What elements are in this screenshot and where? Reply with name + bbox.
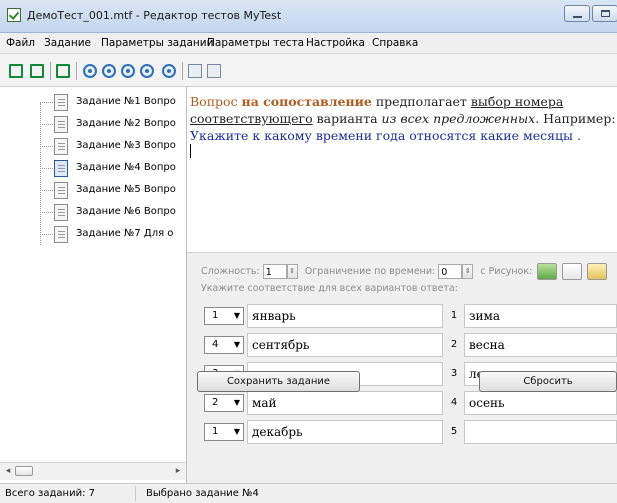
match-row: 1 ▼ декабрь 5 [197, 417, 617, 446]
question-line-2: соответствующего варианта из всех предло… [190, 111, 616, 126]
scroll-right-icon[interactable]: ▸ [172, 465, 184, 477]
scroll-left-icon[interactable]: ◂ [2, 465, 14, 477]
paste-icon[interactable] [207, 64, 221, 78]
match-number: 2 [450, 339, 458, 350]
match-number: 1 [450, 310, 458, 321]
tree-item-task-7[interactable]: Задание №7 Для о [36, 225, 186, 247]
clear-picture-icon[interactable] [562, 263, 583, 280]
dropdown-arrow-icon: ▼ [233, 340, 240, 349]
move-up-icon[interactable] [102, 64, 116, 78]
tree-item-task-5[interactable]: Задание №5 Вопро [36, 181, 186, 203]
match-row: 1 ▼ январь 1 зима [197, 301, 617, 330]
save-task-button[interactable]: Сохранить задание [197, 371, 360, 392]
minimize-button[interactable] [564, 5, 590, 22]
reset-button[interactable]: Сбросить [479, 371, 617, 392]
delete-task-icon[interactable] [30, 64, 44, 78]
document-icon [54, 116, 68, 133]
task-editor-panel: Вопрос на сопоставление предполагает выб… [187, 87, 617, 496]
info-icon[interactable] [162, 64, 176, 78]
window-title: ДемоТест_001.mtf - Редактор тестов MyTes… [27, 9, 282, 22]
menu-test-params[interactable]: Параметры теста [207, 37, 304, 49]
menu-settings[interactable]: Настройка [306, 37, 365, 49]
time-unit-label: с [480, 266, 486, 277]
maximize-button[interactable] [592, 5, 617, 22]
match-left-cell[interactable]: сентябрь [247, 333, 443, 357]
picture-label: Рисунок: [488, 266, 533, 277]
scrollbar-thumb[interactable] [15, 466, 33, 476]
properties-row: Сложность: 1 ⇕ Ограничение по времени: 0 ⇕… [201, 263, 608, 280]
copy-icon[interactable] [188, 64, 202, 78]
match-select[interactable]: 2 ▼ [204, 394, 244, 412]
move-down-icon[interactable] [121, 64, 135, 78]
time-limit-input[interactable]: 0 [438, 264, 463, 279]
time-limit-spinner[interactable]: ⇕ [462, 264, 474, 279]
text-caret [190, 144, 191, 158]
match-number: 5 [450, 426, 458, 437]
menu-task[interactable]: Задание [44, 37, 91, 49]
menu-bar: Файл Задание Параметры заданий Параметры… [0, 33, 617, 54]
match-left-cell[interactable]: май [247, 391, 443, 415]
match-left-cell[interactable]: декабрь [247, 420, 443, 444]
document-icon [54, 160, 68, 177]
menu-file[interactable]: Файл [6, 37, 35, 49]
task-tree-panel: Задание №1 Вопро Задание №2 Вопро Задани… [0, 87, 187, 483]
title-bar: ДемоТест_001.mtf - Редактор тестов MyTes… [0, 0, 617, 33]
match-row: 2 ▼ май 4 осень [197, 388, 617, 417]
toolbar-separator [50, 62, 51, 80]
document-icon [54, 182, 68, 199]
document-icon [54, 94, 68, 111]
tree-horizontal-scrollbar[interactable]: ◂ ▸ [0, 462, 186, 480]
question-line-1: Вопрос на сопоставление предполагает выб… [190, 94, 564, 109]
question-line-3: Укажите к какому времени года относятся … [190, 128, 581, 143]
load-picture-icon[interactable] [537, 263, 558, 280]
document-icon [54, 138, 68, 155]
match-right-cell[interactable]: зима [464, 304, 617, 328]
task-type-icon[interactable] [56, 64, 70, 78]
match-select[interactable]: 1 ▼ [204, 423, 244, 441]
tree-item-task-6[interactable]: Задание №6 Вопро [36, 203, 186, 225]
toolbar [0, 54, 617, 87]
tree-item-task-2[interactable]: Задание №2 Вопро [36, 115, 186, 137]
dropdown-arrow-icon: ▼ [233, 398, 240, 407]
menu-help[interactable]: Справка [372, 37, 418, 49]
match-row: 4 ▼ сентябрь 2 весна [197, 330, 617, 359]
document-icon [54, 204, 68, 221]
match-number: 3 [450, 368, 458, 379]
status-separator [135, 486, 136, 501]
app-checkbox-icon [7, 8, 21, 22]
question-editor[interactable]: Вопрос на сопоставление предполагает выб… [187, 87, 617, 252]
match-instruction: Укажите соответствие для всех вариантов … [201, 283, 458, 294]
match-right-cell[interactable] [464, 420, 617, 444]
dropdown-arrow-icon: ▼ [233, 311, 240, 320]
match-select[interactable]: 4 ▼ [204, 336, 244, 354]
move-top-icon[interactable] [83, 64, 97, 78]
document-icon [54, 226, 68, 243]
toolbar-separator [76, 62, 77, 80]
complexity-spinner[interactable]: ⇕ [286, 264, 298, 279]
complexity-label: Сложность: [201, 266, 260, 277]
match-right-cell[interactable]: осень [464, 391, 617, 415]
status-bar: Всего заданий: 7 Выбрано задание №4 [0, 483, 617, 503]
tree-item-task-3[interactable]: Задание №3 Вопро [36, 137, 186, 159]
add-task-icon[interactable] [9, 64, 23, 78]
time-limit-label: Ограничение по времени: [304, 266, 436, 277]
match-number: 4 [450, 397, 458, 408]
total-tasks-status: Всего заданий: 7 [5, 488, 95, 499]
match-select[interactable]: 1 ▼ [204, 307, 244, 325]
move-bottom-icon[interactable] [140, 64, 154, 78]
menu-task-params[interactable]: Параметры заданий [101, 37, 213, 49]
tree-item-task-4[interactable]: Задание №4 Вопро [36, 159, 186, 181]
toolbar-separator [182, 62, 183, 80]
dropdown-arrow-icon: ▼ [233, 427, 240, 436]
complexity-input[interactable]: 1 [262, 264, 287, 279]
tree-item-task-1[interactable]: Задание №1 Вопро [36, 93, 186, 115]
paste-picture-icon[interactable] [587, 263, 608, 280]
match-left-cell[interactable]: январь [247, 304, 443, 328]
selected-task-status: Выбрано задание №4 [146, 488, 259, 499]
match-right-cell[interactable]: весна [464, 333, 617, 357]
